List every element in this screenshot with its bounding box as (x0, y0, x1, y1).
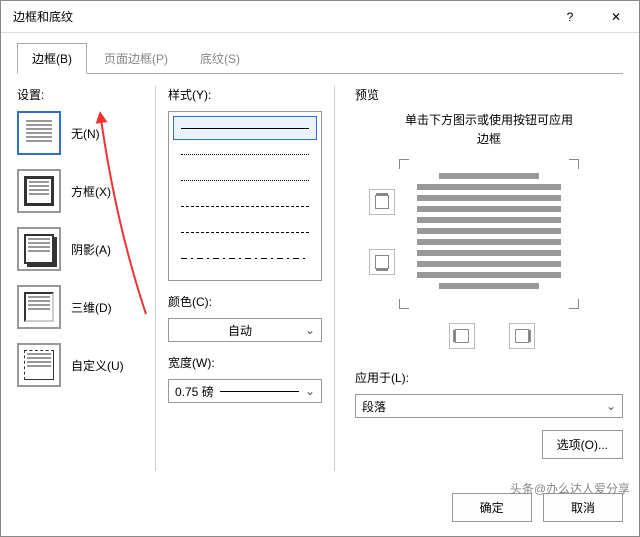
corner-marker-icon (399, 159, 409, 169)
close-icon: ✕ (611, 10, 621, 24)
settings-label: 设置: (17, 86, 147, 103)
preview-hint: 单击下方图示或使用按钮可应用 边框 (355, 111, 623, 149)
style-item-dashed[interactable] (173, 194, 317, 218)
color-label: 颜色(C): (168, 293, 322, 310)
setting-custom-thumb (17, 343, 61, 387)
apply-to-row: 应用于(L): 段落 ⌄ (355, 369, 623, 418)
style-item-solid[interactable] (173, 116, 317, 140)
border-right-icon (515, 329, 529, 343)
setting-box-thumb (17, 169, 61, 213)
border-top-button[interactable] (369, 189, 395, 215)
apply-to-label: 应用于(L): (355, 369, 623, 386)
border-bottom-icon (375, 255, 389, 269)
help-button[interactable]: ? (547, 1, 593, 33)
style-item-dashed-fine[interactable] (173, 168, 317, 192)
close-button[interactable]: ✕ (593, 1, 639, 33)
tab-page-borders[interactable]: 页面边框(P) (89, 43, 183, 74)
chevron-down-icon: ⌄ (305, 384, 315, 398)
setting-none[interactable]: 无(N) (17, 111, 147, 155)
setting-custom-label: 自定义(U) (71, 357, 124, 374)
ok-button[interactable]: 确定 (452, 493, 532, 522)
setting-box-label: 方框(X) (71, 183, 111, 200)
width-label: 宽度(W): (168, 354, 322, 371)
apply-to-value: 段落 (362, 398, 606, 415)
border-left-icon (455, 329, 469, 343)
border-top-icon (375, 195, 389, 209)
tab-borders[interactable]: 边框(B) (17, 43, 87, 74)
setting-custom[interactable]: 自定义(U) (17, 343, 147, 387)
style-item-dashed-long[interactable] (173, 220, 317, 244)
preview-diagram (379, 159, 599, 339)
dialog-body: 设置: 无(N) 方框(X) 阴影(A) (1, 74, 639, 483)
setting-box[interactable]: 方框(X) (17, 169, 147, 213)
dialog-footer: 确定 取消 (1, 483, 639, 536)
width-sample-line (220, 391, 299, 392)
borders-shading-dialog: 边框和底纹 ? ✕ 边框(B) 页面边框(P) 底纹(S) 设置: 无(N) 方… (0, 0, 640, 537)
cancel-button[interactable]: 取消 (543, 493, 623, 522)
width-value: 0.75 磅 (175, 383, 214, 400)
border-left-button[interactable] (449, 323, 475, 349)
preview-column: 预览 单击下方图示或使用按钮可应用 边框 应用于(L): (343, 86, 623, 471)
style-listbox[interactable] (168, 111, 322, 281)
preview-label: 预览 (355, 86, 623, 103)
setting-threed-label: 三维(D) (71, 299, 112, 316)
titlebar: 边框和底纹 ? ✕ (1, 1, 639, 33)
border-bottom-button[interactable] (369, 249, 395, 275)
setting-none-thumb (17, 111, 61, 155)
style-column: 样式(Y): 颜色(C): 自动 ⌄ 宽度(W): 0.75 磅 ⌄ (155, 86, 335, 471)
setting-shadow-thumb (17, 227, 61, 271)
border-right-button[interactable] (509, 323, 535, 349)
settings-column: 设置: 无(N) 方框(X) 阴影(A) (17, 86, 147, 471)
setting-shadow[interactable]: 阴影(A) (17, 227, 147, 271)
apply-to-dropdown[interactable]: 段落 ⌄ (355, 394, 623, 418)
chevron-down-icon: ⌄ (305, 323, 315, 337)
setting-shadow-label: 阴影(A) (71, 241, 111, 258)
width-dropdown[interactable]: 0.75 磅 ⌄ (168, 379, 322, 403)
chevron-down-icon: ⌄ (606, 399, 616, 413)
setting-threed[interactable]: 三维(D) (17, 285, 147, 329)
preview-paragraph (417, 173, 561, 289)
color-dropdown[interactable]: 自动 ⌄ (168, 318, 322, 342)
corner-marker-icon (569, 299, 579, 309)
tab-strip: 边框(B) 页面边框(P) 底纹(S) (1, 33, 639, 74)
options-button[interactable]: 选项(O)... (542, 430, 623, 459)
corner-marker-icon (399, 299, 409, 309)
setting-none-label: 无(N) (71, 125, 100, 142)
style-item-dotted[interactable] (173, 142, 317, 166)
setting-threed-thumb (17, 285, 61, 329)
dialog-title: 边框和底纹 (13, 8, 547, 25)
color-value: 自动 (175, 322, 305, 339)
corner-marker-icon (569, 159, 579, 169)
style-item-dashdot[interactable] (173, 246, 317, 270)
question-icon: ? (567, 10, 574, 24)
tab-shading[interactable]: 底纹(S) (185, 43, 255, 74)
style-label: 样式(Y): (168, 86, 322, 103)
